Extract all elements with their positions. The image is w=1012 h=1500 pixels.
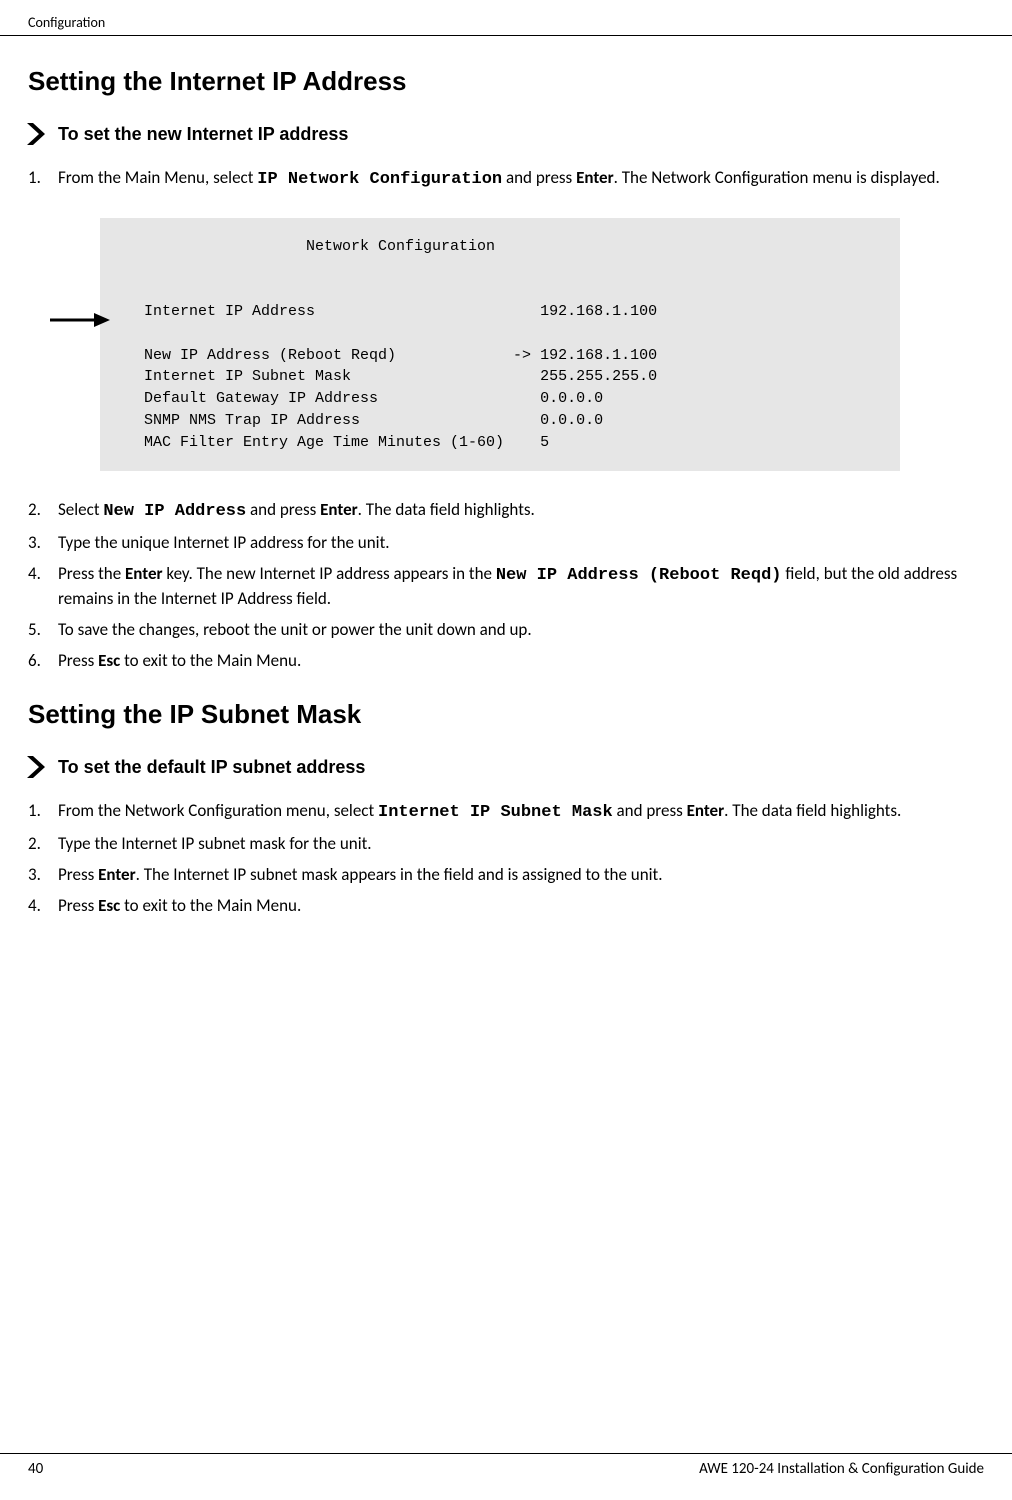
step-text: Type the Internet IP subnet mask for the… (58, 833, 984, 856)
text: Press (58, 650, 98, 671)
key-name: Enter (125, 563, 163, 584)
text: . The data field highlights. (358, 499, 535, 520)
steps-list-1-cont: 2. Select New IP Address and press Enter… (28, 499, 984, 673)
key-name: Enter (320, 499, 358, 520)
text: . The Network Configuration menu is disp… (614, 167, 940, 188)
step-text: To save the changes, reboot the unit or … (58, 619, 984, 642)
text: From the Main Menu, select (58, 167, 257, 188)
step-text: Type the unique Internet IP address for … (58, 532, 984, 555)
step-1-3: 3. Type the unique Internet IP address f… (28, 532, 984, 555)
step-1-5: 5. To save the changes, reboot the unit … (28, 619, 984, 642)
key-name: Esc (98, 895, 120, 916)
text: Select (58, 499, 103, 520)
step-text: Press the Enter key. The new Internet IP… (58, 563, 984, 611)
text: key. The new Internet IP address appears… (163, 563, 496, 584)
terminal-line: Internet IP Subnet Mask 255.255.255.0 (144, 368, 657, 385)
step-1-2: 2. Select New IP Address and press Enter… (28, 499, 984, 524)
terminal-line: MAC Filter Entry Age Time Minutes (1-60)… (144, 434, 549, 451)
terminal-line: New IP Address (Reboot Reqd) -> 192.168.… (144, 347, 657, 364)
step-number: 1. (28, 167, 58, 192)
step-1-1: 1. From the Main Menu, select IP Network… (28, 167, 984, 192)
key-name: Enter (687, 800, 725, 821)
step-2-1: 1. From the Network Configuration menu, … (28, 800, 984, 825)
code-text: Internet IP Subnet Mask (378, 803, 613, 822)
step-number: 3. (28, 864, 58, 887)
procedure-arrow-icon (24, 756, 48, 778)
page-footer: 40 AWE 120-24 Installation & Configurati… (0, 1453, 1012, 1478)
terminal-line: Default Gateway IP Address 0.0.0.0 (144, 390, 603, 407)
page-header: Configuration (0, 0, 1012, 36)
key-name: Enter (576, 167, 614, 188)
step-1-4: 4. Press the Enter key. The new Internet… (28, 563, 984, 611)
procedure-title-1: To set the new Internet IP address (28, 123, 984, 145)
code-text: IP Network Configuration (257, 170, 502, 189)
heading-setting-ip: Setting the Internet IP Address (28, 66, 984, 97)
procedure-arrow-icon (24, 123, 48, 145)
step-number: 5. (28, 619, 58, 642)
terminal-title: Network Configuration (144, 238, 495, 255)
text: . The Internet IP subnet mask appears in… (136, 864, 663, 885)
page-content: Setting the Internet IP Address To set t… (0, 36, 1012, 918)
step-text: Select New IP Address and press Enter. T… (58, 499, 984, 524)
steps-list-1: 1. From the Main Menu, select IP Network… (28, 167, 984, 192)
terminal-line: Internet IP Address 192.168.1.100 (144, 303, 657, 320)
text: and press (502, 167, 576, 188)
procedure-heading-1: To set the new Internet IP address (58, 124, 348, 145)
text: Press the (58, 563, 125, 584)
code-text: New IP Address (Reboot Reqd) (496, 566, 782, 585)
step-number: 4. (28, 895, 58, 918)
step-number: 3. (28, 532, 58, 555)
document-title: AWE 120-24 Installation & Configuration … (699, 1460, 984, 1478)
text: to exit to the Main Menu. (120, 650, 301, 671)
pointer-arrow-icon (50, 313, 110, 332)
steps-list-2: 1. From the Network Configuration menu, … (28, 800, 984, 918)
step-text: Press Esc to exit to the Main Menu. (58, 895, 984, 918)
key-name: Esc (98, 650, 120, 671)
step-number: 6. (28, 650, 58, 673)
text: and press (246, 499, 320, 520)
step-2-4: 4. Press Esc to exit to the Main Menu. (28, 895, 984, 918)
step-text: Press Enter. The Internet IP subnet mask… (58, 864, 984, 887)
text: From the Network Configuration menu, sel… (58, 800, 378, 821)
step-number: 4. (28, 563, 58, 611)
procedure-title-2: To set the default IP subnet address (28, 756, 984, 778)
procedure-heading-2: To set the default IP subnet address (58, 757, 365, 778)
step-2-3: 3. Press Enter. The Internet IP subnet m… (28, 864, 984, 887)
step-number: 2. (28, 833, 58, 856)
text: Press (58, 864, 98, 885)
step-number: 2. (28, 499, 58, 524)
text: to exit to the Main Menu. (120, 895, 301, 916)
step-text: From the Network Configuration menu, sel… (58, 800, 984, 825)
step-1-6: 6. Press Esc to exit to the Main Menu. (28, 650, 984, 673)
step-2-2: 2. Type the Internet IP subnet mask for … (28, 833, 984, 856)
step-number: 1. (28, 800, 58, 825)
page-number: 40 (28, 1460, 43, 1478)
text: Press (58, 895, 98, 916)
step-text: From the Main Menu, select IP Network Co… (58, 167, 984, 192)
text: and press (613, 800, 687, 821)
terminal-line: SNMP NMS Trap IP Address 0.0.0.0 (144, 412, 603, 429)
header-section-label: Configuration (28, 14, 105, 31)
key-name: Enter (98, 864, 136, 885)
code-text: New IP Address (103, 502, 246, 521)
terminal-block-wrapper: Network Configuration Internet IP Addres… (100, 218, 900, 472)
text: . The data field highlights. (724, 800, 901, 821)
terminal-output: Network Configuration Internet IP Addres… (100, 218, 900, 472)
heading-setting-subnet: Setting the IP Subnet Mask (28, 699, 984, 730)
step-text: Press Esc to exit to the Main Menu. (58, 650, 984, 673)
